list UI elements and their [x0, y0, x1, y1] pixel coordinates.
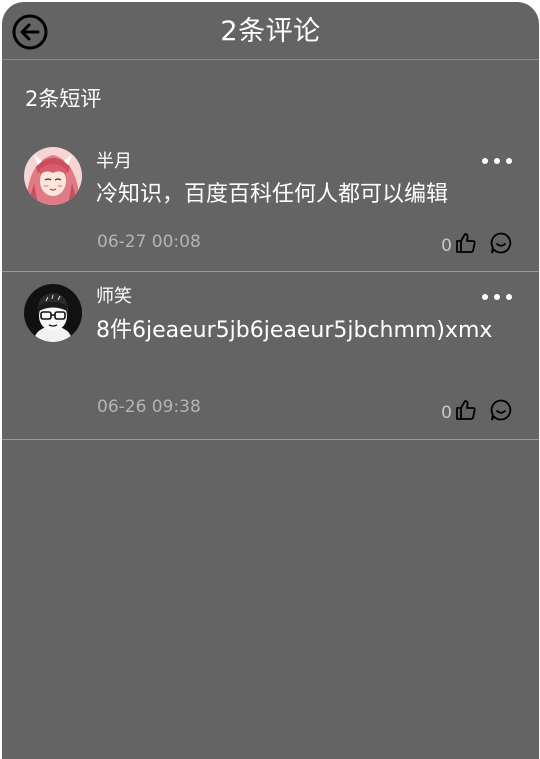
comment-content: 冷知识，百度百科任何人都可以编辑: [96, 182, 449, 207]
thumbs-up-icon: [456, 233, 476, 253]
more-options-button[interactable]: [481, 155, 513, 167]
cartoon-boy-avatar-icon: [24, 284, 82, 342]
comment-content: 8件6jeaeur5jb6jeaeur5jbchmm)xmx: [96, 318, 493, 343]
comment-time: 06-27 00:08: [97, 232, 201, 252]
more-dots-icon: [482, 294, 512, 300]
header-bar: 2条评论: [2, 2, 539, 60]
like-count: 0: [441, 236, 452, 256]
more-options-button[interactable]: [481, 291, 513, 303]
anime-girl-avatar-icon: [24, 147, 82, 205]
reply-button[interactable]: [489, 398, 513, 422]
comments-screen: 2条评论 2条短评 半月 冷知识，百度百科任何人都可以编辑 06-27 00:0…: [2, 2, 539, 759]
comment-item: 半月 冷知识，百度百科任何人都可以编辑 06-27 00:08 0: [2, 132, 539, 272]
avatar[interactable]: [24, 147, 82, 205]
like-count: 0: [441, 403, 452, 423]
comment-time: 06-26 09:38: [97, 397, 201, 417]
reply-button[interactable]: [489, 231, 513, 255]
comment-author[interactable]: 半月: [96, 151, 132, 173]
more-dots-icon: [482, 158, 512, 164]
section-title: 2条短评: [25, 87, 102, 111]
like-button[interactable]: [454, 231, 478, 255]
comment-item: 师笑 8件6jeaeur5jb6jeaeur5jbchmm)xmx 06-26 …: [2, 272, 539, 440]
comment-bubble-icon: [490, 232, 512, 254]
page-title: 2条评论: [220, 16, 321, 47]
comment-bubble-icon: [490, 399, 512, 421]
avatar[interactable]: [24, 284, 82, 342]
thumbs-up-icon: [456, 400, 476, 420]
like-button[interactable]: [454, 398, 478, 422]
comment-author[interactable]: 师笑: [96, 286, 132, 308]
